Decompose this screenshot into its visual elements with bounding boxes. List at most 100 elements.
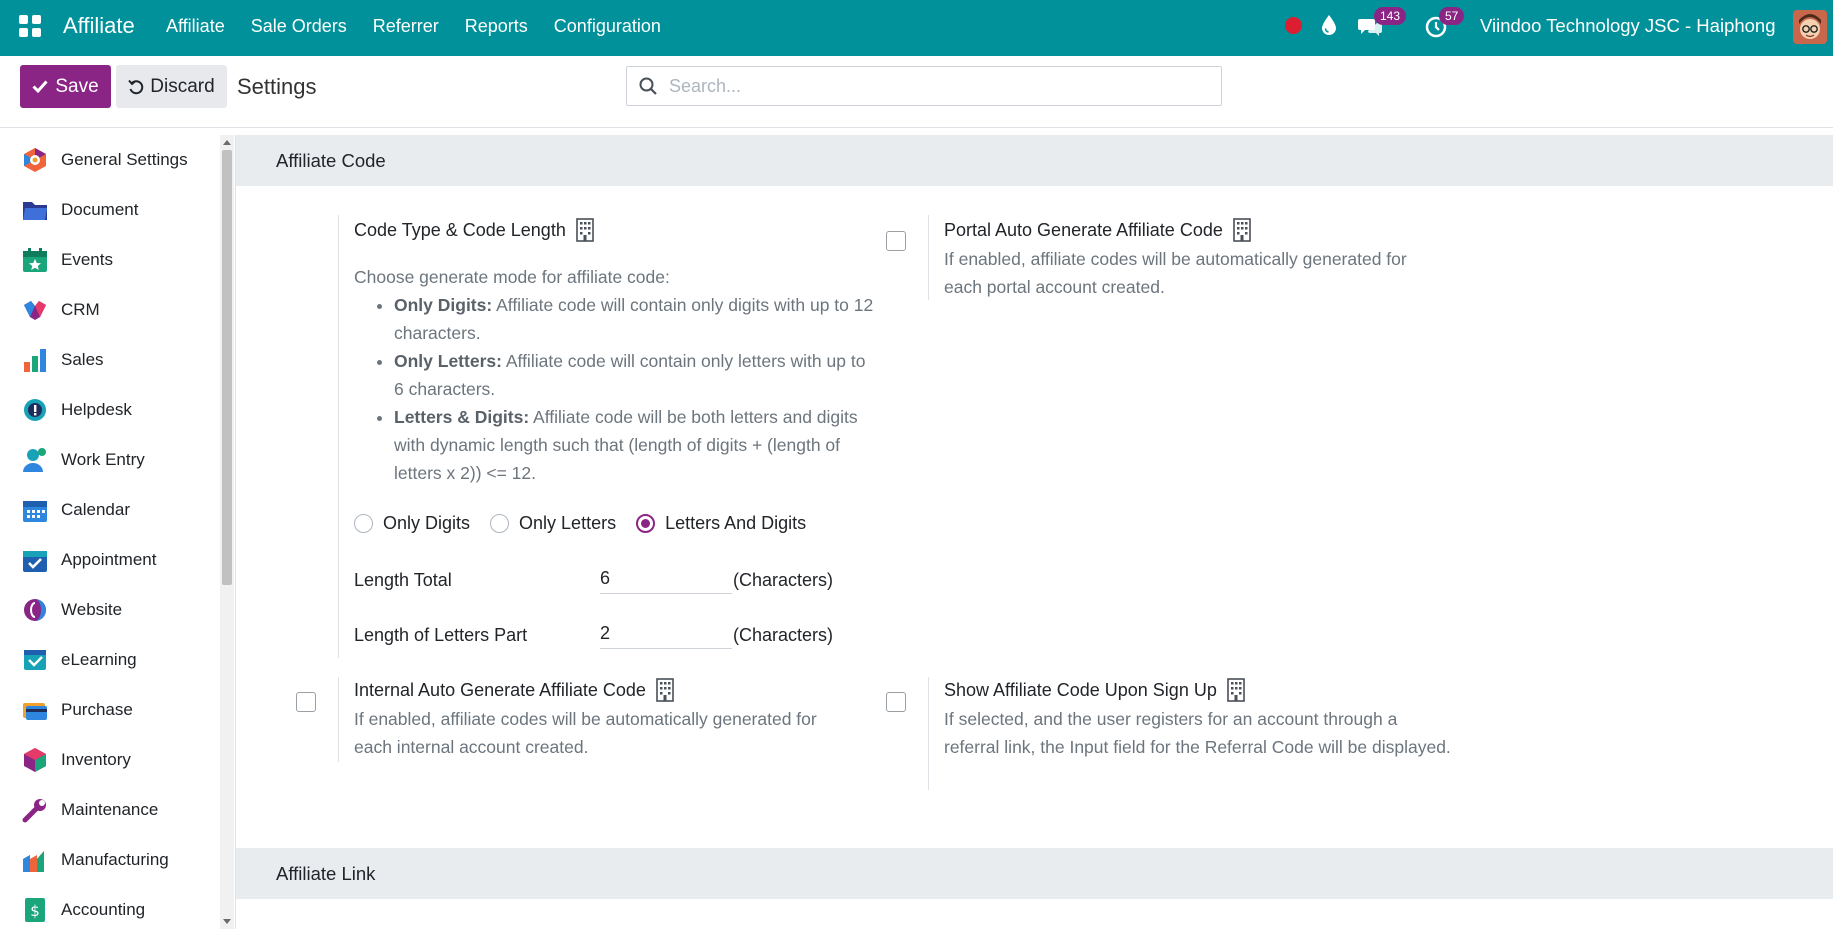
sidebar-item-calendar[interactable]: Calendar — [0, 485, 220, 535]
elearning-icon — [24, 650, 46, 670]
sidebar-item-label: Accounting — [61, 900, 146, 919]
scroll-thumb[interactable] — [222, 150, 232, 585]
top-navbar: Affiliate Affiliate Sale Orders Referrer… — [0, 0, 1833, 56]
person-clock-icon — [23, 448, 46, 472]
app-brand[interactable]: Affiliate — [63, 13, 135, 39]
crm-icon — [24, 301, 46, 320]
sidebar-item-events[interactable]: Events — [0, 235, 220, 285]
scroll-up-arrow-icon[interactable] — [223, 140, 231, 145]
show-code-desc: If selected, and the user registers for … — [944, 709, 1451, 757]
save-label: Save — [55, 75, 99, 97]
sidebar-item-label: General Settings — [61, 150, 188, 169]
sidebar-scrollbar[interactable] — [220, 135, 234, 929]
menu-referrer[interactable]: Referrer — [373, 16, 439, 37]
calendar-star-icon — [23, 248, 47, 272]
accounting-icon: $ — [25, 898, 45, 922]
save-button[interactable]: Save — [20, 65, 111, 108]
sidebar-item-document[interactable]: Document — [0, 185, 220, 235]
drop-icon[interactable] — [1321, 14, 1337, 36]
box-icon — [24, 748, 46, 772]
length-total-unit: (Characters) — [733, 570, 834, 590]
main-menu: Affiliate Sale Orders Referrer Reports C… — [166, 16, 687, 37]
sidebar-item-purchase[interactable]: Purchase — [0, 685, 220, 735]
sidebar-item-label: Document — [61, 200, 139, 219]
sidebar-item-label: CRM — [61, 300, 100, 319]
control-panel: Save Discard Settings — [0, 56, 1833, 128]
radio-letters-and-digits[interactable] — [636, 514, 656, 533]
menu-sale-orders[interactable]: Sale Orders — [251, 16, 347, 37]
code-type-description: Choose generate mode for affiliate code:… — [354, 263, 874, 487]
sidebar-item-work-entry[interactable]: Work Entry — [0, 435, 220, 485]
sidebar-item-helpdesk[interactable]: Helpdesk — [0, 385, 220, 435]
folder-icon — [23, 202, 47, 220]
letters-part-input[interactable] — [600, 619, 732, 649]
sidebar-item-label: Website — [61, 600, 123, 619]
search-input[interactable] — [669, 75, 1209, 97]
sidebar-item-crm[interactable]: CRM — [0, 285, 220, 335]
menu-configuration[interactable]: Configuration — [554, 16, 661, 37]
letters-part-label: Length of Letters Part — [354, 625, 528, 645]
radio-only-digits[interactable] — [354, 514, 373, 533]
sales-chart-icon — [24, 349, 46, 372]
sidebar-item-elearning[interactable]: eLearning — [0, 635, 220, 685]
sidebar-item-maintenance[interactable]: Maintenance — [0, 785, 220, 835]
portal-auto-desc: If enabled, affiliate codes will be auto… — [944, 249, 1407, 297]
mode-item-only-digits: Only Digits: Affiliate code will contain… — [394, 291, 874, 347]
search-box[interactable] — [626, 66, 1222, 106]
sidebar-item-accounting[interactable]: $ Accounting — [0, 885, 220, 929]
radio-only-letters[interactable] — [490, 514, 510, 533]
apps-grid-icon[interactable] — [19, 15, 41, 37]
radio-letters-and-digits-label[interactable]: Letters And Digits — [665, 513, 806, 534]
discard-label: Discard — [150, 75, 215, 97]
sidebar-item-label: eLearning — [61, 650, 137, 669]
sidebar-item-inventory[interactable]: Inventory — [0, 735, 220, 785]
code-type-intro: Choose generate mode for affiliate code: — [354, 267, 670, 287]
user-avatar[interactable] — [1793, 10, 1827, 44]
mode-item-only-letters: Only Letters: Affiliate code will contai… — [394, 347, 874, 403]
settings-sidebar: General Settings Document Events CRM Sal… — [0, 135, 220, 929]
scroll-down-arrow-icon[interactable] — [223, 919, 231, 924]
sidebar-item-sales[interactable]: Sales — [0, 335, 220, 385]
check-icon — [32, 80, 48, 93]
recording-dot-icon[interactable] — [1285, 17, 1302, 34]
radio-only-letters-label[interactable]: Only Letters — [519, 513, 616, 534]
appointment-icon — [23, 551, 47, 572]
sidebar-item-label: Work Entry — [61, 450, 145, 469]
menu-reports[interactable]: Reports — [465, 16, 528, 37]
sidebar-item-label: Calendar — [61, 500, 130, 519]
setting-divider — [338, 677, 339, 762]
mode-name: Letters & Digits: — [394, 407, 530, 427]
code-type-setting: Code Type & Code Length — [354, 218, 594, 242]
code-type-radio-group: Only Digits Only Letters Letters And Dig… — [354, 513, 806, 534]
show-code-setting: Show Affiliate Code Upon Sign Up — [944, 678, 1245, 702]
mode-item-letters-digits: Letters & Digits: Affiliate code will be… — [394, 403, 874, 487]
sidebar-item-label: Events — [61, 250, 113, 269]
general-settings-icon — [24, 148, 46, 172]
letters-part-unit: (Characters) — [733, 625, 834, 645]
length-total-input[interactable] — [600, 564, 732, 594]
mode-name: Only Digits: — [394, 295, 493, 315]
sidebar-item-appointment[interactable]: Appointment — [0, 535, 220, 585]
search-icon — [639, 77, 657, 95]
sidebar-item-label: Helpdesk — [61, 400, 132, 419]
company-switcher[interactable]: Viindoo Technology JSC - Haiphong — [1480, 15, 1776, 37]
building-icon — [576, 218, 594, 242]
internal-auto-checkbox[interactable] — [296, 692, 316, 712]
menu-affiliate[interactable]: Affiliate — [166, 16, 225, 37]
internal-auto-desc: If enabled, affiliate codes will be auto… — [354, 709, 817, 757]
credit-card-icon — [23, 703, 47, 720]
sidebar-item-label: Purchase — [61, 700, 133, 719]
portal-auto-checkbox[interactable] — [886, 231, 906, 251]
factory-icon — [23, 851, 44, 872]
setting-divider — [928, 677, 929, 790]
sidebar-item-manufacturing[interactable]: Manufacturing — [0, 835, 220, 885]
calendar-icon — [23, 501, 47, 522]
sidebar-item-label: Inventory — [61, 750, 131, 769]
radio-only-digits-label[interactable]: Only Digits — [383, 513, 470, 534]
sidebar-item-general-settings[interactable]: General Settings — [0, 135, 220, 185]
sidebar-item-label: Manufacturing — [61, 850, 169, 869]
discard-button[interactable]: Discard — [116, 65, 227, 108]
show-code-checkbox[interactable] — [886, 692, 906, 712]
sidebar-item-label: Maintenance — [61, 800, 159, 819]
sidebar-item-website[interactable]: Website — [0, 585, 220, 635]
